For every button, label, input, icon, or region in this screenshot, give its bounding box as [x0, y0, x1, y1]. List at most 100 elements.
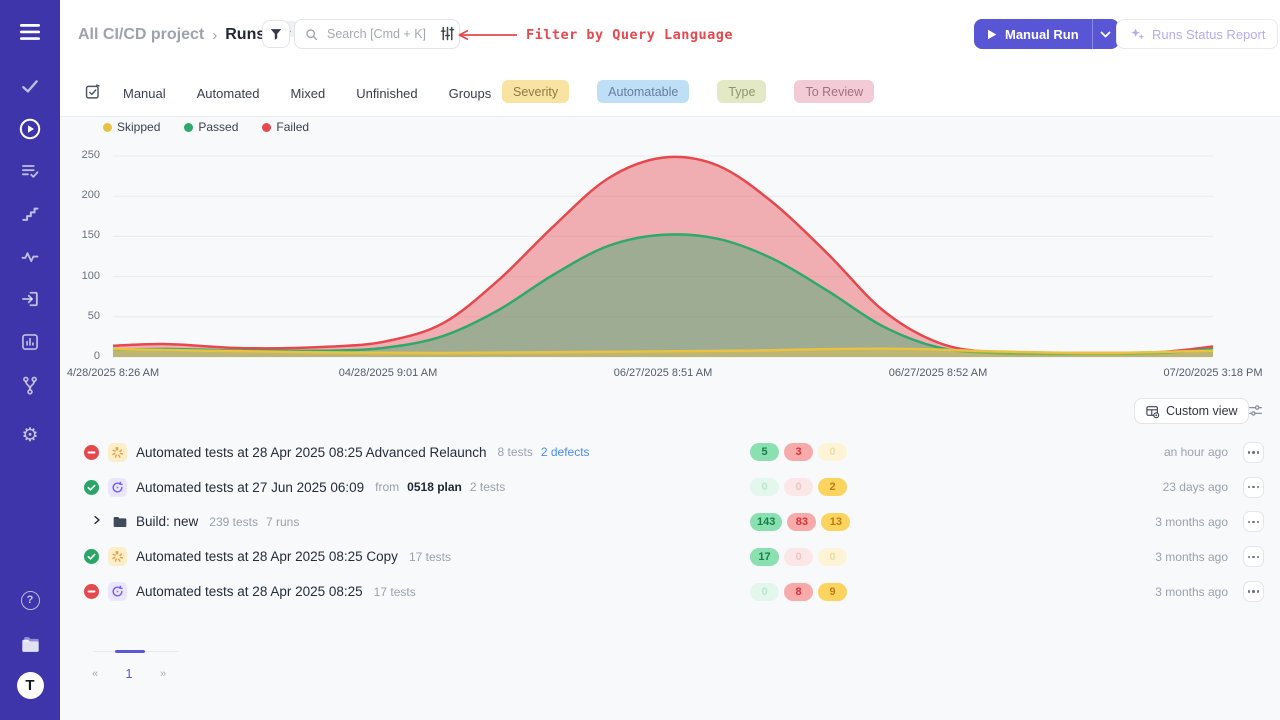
run-timestamp: 3 months ago: [1155, 515, 1228, 529]
run-row[interactable]: Automated tests at 28 Apr 2025 08:25 17 t…: [84, 574, 1270, 609]
annotation-arrow-icon: [456, 29, 518, 41]
legend-dot-icon: [262, 123, 271, 132]
series-area-passed: [113, 234, 1213, 357]
run-meta-item: 17 tests: [409, 550, 451, 564]
run-timestamp: 23 days ago: [1163, 480, 1228, 494]
run-row-lead: [84, 478, 136, 497]
run-meta-item: 17 tests: [374, 585, 416, 599]
manual-run-dropdown-button[interactable]: [1092, 19, 1119, 49]
pagination-next[interactable]: »: [156, 668, 170, 680]
reports-chart-icon[interactable]: [0, 332, 60, 352]
filter-pill-automatable[interactable]: Automatable: [597, 80, 689, 103]
view-settings-icon[interactable]: [1248, 403, 1263, 423]
run-title[interactable]: Automated tests at 27 Jun 2025 06:09: [136, 480, 364, 495]
defects-link[interactable]: 2 defects: [541, 445, 590, 459]
more-actions-button[interactable]: [1243, 511, 1264, 532]
search-input[interactable]: [325, 26, 445, 42]
more-actions-button[interactable]: [1243, 546, 1264, 567]
run-meta: 17 tests: [374, 585, 416, 599]
tab-manual[interactable]: Manual: [123, 86, 166, 101]
imports-icon[interactable]: [0, 289, 60, 309]
chevron-right-icon[interactable]: [91, 513, 103, 531]
projects-folder-icon[interactable]: [0, 634, 60, 654]
run-title[interactable]: Automated tests at 28 Apr 2025 08:25 Cop…: [136, 549, 398, 564]
test-cases-list-icon[interactable]: [0, 161, 60, 181]
count-red-badge: 83: [787, 513, 816, 531]
run-result-counts: 530: [750, 443, 847, 461]
breadcrumb-project[interactable]: All CI/CD project: [78, 26, 204, 44]
menu-icon[interactable]: [0, 22, 60, 42]
run-row-lead: [84, 443, 136, 462]
run-result-counts: 002: [750, 478, 847, 496]
run-result-counts: 1438313: [750, 513, 850, 531]
run-row[interactable]: Automated tests at 28 Apr 2025 08:25 Adv…: [84, 435, 1270, 470]
legend-dot-icon: [184, 123, 193, 132]
count-yellow-badge: 13: [821, 513, 850, 531]
count-yellow-badge: 9: [818, 583, 847, 601]
tab-automated[interactable]: Automated: [197, 86, 260, 101]
legend-label: Skipped: [117, 120, 160, 134]
manual-run-button[interactable]: Manual Run: [974, 19, 1092, 49]
run-type-automation-icon: [108, 582, 127, 601]
run-result-counts: 1700: [750, 548, 847, 566]
breadcrumb-separator-icon: ›: [212, 27, 217, 44]
more-actions-button[interactable]: [1243, 442, 1264, 463]
count-green-badge: 0: [750, 478, 779, 496]
filter-pill-type[interactable]: Type: [717, 80, 766, 103]
filter-pill-severity[interactable]: Severity: [502, 80, 569, 103]
run-meta-item: 0518 plan: [407, 480, 462, 494]
pagination-page-1[interactable]: 1: [122, 666, 136, 681]
query-filter-icon[interactable]: [439, 25, 456, 47]
runs-play-icon[interactable]: [0, 117, 60, 141]
count-red-badge: 0: [784, 548, 813, 566]
legend-label: Failed: [276, 120, 309, 134]
run-meta: 239 tests7 runs: [209, 515, 299, 529]
run-meta: from0518 plan2 tests: [375, 480, 505, 494]
manual-run-split-button: Manual Run: [974, 19, 1119, 49]
count-yellow-badge: 2: [818, 478, 847, 496]
search-box[interactable]: [294, 19, 460, 49]
page-title: Runs: [225, 26, 265, 44]
annotation-text: Filter by Query Language: [526, 27, 733, 43]
table-settings-icon: [1145, 404, 1160, 419]
run-title[interactable]: Automated tests at 28 Apr 2025 08:25 Adv…: [136, 445, 487, 460]
runs-status-report-label: Runs Status Report: [1152, 27, 1265, 42]
tests-check-icon[interactable]: [0, 76, 60, 96]
run-meta: 17 tests: [409, 550, 451, 564]
status-passed-icon: [84, 480, 99, 495]
runs-status-report-button[interactable]: Runs Status Report: [1116, 19, 1278, 49]
run-row[interactable]: Automated tests at 27 Jun 2025 06:09 from…: [84, 470, 1270, 505]
multiselect-icon[interactable]: [84, 83, 101, 105]
tab-unfinished[interactable]: Unfinished: [356, 86, 417, 101]
run-type-burst-icon: [108, 443, 127, 462]
user-avatar[interactable]: T: [0, 672, 60, 699]
run-title[interactable]: Build: new: [136, 514, 198, 529]
run-title[interactable]: Automated tests at 28 Apr 2025 08:25: [136, 584, 363, 599]
help-icon[interactable]: ?: [0, 590, 60, 610]
avatar: T: [17, 672, 44, 699]
more-actions-button[interactable]: [1243, 477, 1264, 498]
activity-pulse-icon[interactable]: [0, 247, 60, 267]
tab-groups[interactable]: Groups: [449, 86, 492, 101]
run-meta-item: 239 tests: [209, 515, 258, 529]
legend-item-passed[interactable]: Passed: [184, 120, 238, 134]
filter-pill-to-review[interactable]: To Review: [794, 80, 874, 103]
status-failed-icon: [84, 445, 99, 460]
traceability-branch-icon[interactable]: [0, 375, 60, 397]
legend-item-skipped[interactable]: Skipped: [103, 120, 160, 134]
run-group-row[interactable]: Build: new239 tests7 runs14383133 months…: [84, 505, 1270, 540]
steps-icon[interactable]: [0, 204, 60, 224]
filter-pills: Severity Automatable Type To Review: [502, 80, 874, 103]
run-row[interactable]: Automated tests at 28 Apr 2025 08:25 Cop…: [84, 539, 1270, 574]
settings-gear-icon[interactable]: ⚙: [0, 425, 60, 445]
tab-mixed[interactable]: Mixed: [291, 86, 326, 101]
custom-view-button[interactable]: Custom view: [1134, 398, 1249, 424]
sparkles-icon: [1129, 26, 1145, 42]
filter-button[interactable]: [262, 20, 290, 48]
legend-item-failed[interactable]: Failed: [262, 120, 309, 134]
funnel-icon: [269, 27, 283, 41]
custom-view-label: Custom view: [1166, 404, 1238, 418]
pagination-prev[interactable]: «: [88, 668, 102, 680]
more-actions-button[interactable]: [1243, 581, 1264, 602]
count-red-badge: 0: [784, 478, 813, 496]
